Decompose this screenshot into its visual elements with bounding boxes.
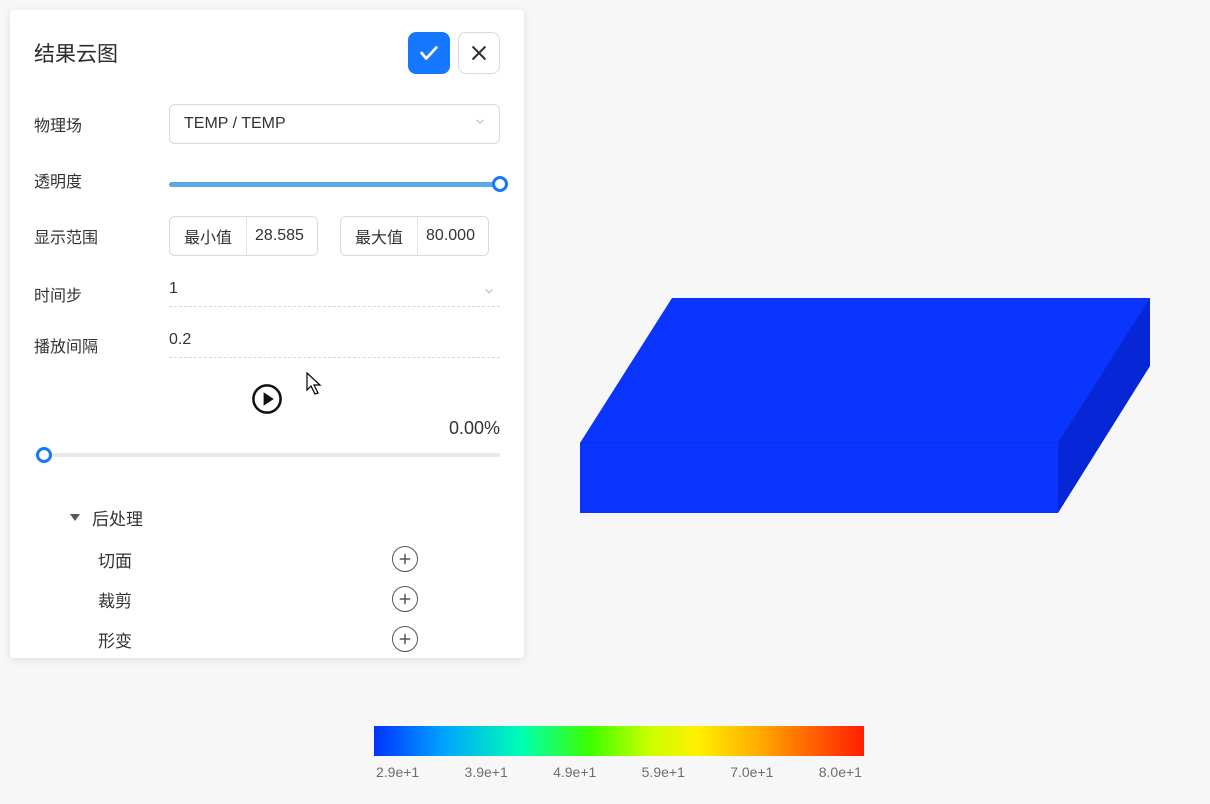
tree-parent-label: 后处理 <box>92 505 143 530</box>
opacity-slider[interactable] <box>169 182 500 187</box>
label-interval: 播放间隔 <box>34 333 169 357</box>
label-min: 最小值 <box>170 217 247 255</box>
row-opacity: 透明度 <box>34 168 500 192</box>
timestep-value: 1 <box>169 280 178 297</box>
progress-slider[interactable] <box>34 453 500 457</box>
tree-item-label: 形变 <box>98 627 132 652</box>
row-interval: 播放间隔 0.2 <box>34 331 500 358</box>
row-timestep: 时间步 1 <box>34 280 500 307</box>
max-input[interactable] <box>418 217 488 255</box>
label-max: 最大值 <box>341 217 418 255</box>
row-physics: 物理场 TEMP / TEMP <box>34 104 500 144</box>
post-process-tree: 后处理 切面 裁剪 形变 <box>70 505 500 652</box>
min-input[interactable] <box>247 217 317 255</box>
row-range: 显示范围 最小值 最大值 <box>34 216 500 256</box>
tree-item-label: 切面 <box>98 547 132 572</box>
check-icon <box>418 42 440 64</box>
tree-children: 切面 裁剪 形变 <box>98 546 500 652</box>
progress-slider-thumb[interactable] <box>36 447 52 463</box>
opacity-slider-thumb[interactable] <box>492 176 508 192</box>
colorbar <box>374 726 864 756</box>
legend-ticks: 2.9e+1 3.9e+1 4.9e+1 5.9e+1 7.0e+1 8.0e+… <box>374 764 864 780</box>
range-group: 最小值 最大值 <box>169 216 500 256</box>
row-play <box>34 382 500 416</box>
label-range: 显示范围 <box>34 224 169 248</box>
play-icon <box>250 382 284 416</box>
legend-tick: 7.0e+1 <box>730 764 773 780</box>
color-legend: 2.9e+1 3.9e+1 4.9e+1 5.9e+1 7.0e+1 8.0e+… <box>374 726 864 780</box>
label-opacity: 透明度 <box>34 168 169 192</box>
tree-item-deform[interactable]: 形变 <box>98 626 418 652</box>
legend-tick: 8.0e+1 <box>819 764 862 780</box>
timestep-select[interactable]: 1 <box>169 280 500 307</box>
tree-item-label: 裁剪 <box>98 587 132 612</box>
model-prism <box>580 298 1150 513</box>
legend-tick: 4.9e+1 <box>553 764 596 780</box>
physics-select[interactable]: TEMP / TEMP <box>169 104 500 144</box>
tree-parent-postprocess[interactable]: 后处理 <box>70 505 500 530</box>
chevron-down-icon <box>473 115 487 134</box>
plus-icon <box>398 632 412 646</box>
tree-item-section[interactable]: 切面 <box>98 546 418 572</box>
add-clip-button[interactable] <box>392 586 418 612</box>
viewport-3d[interactable] <box>540 10 1200 794</box>
physics-select-value: TEMP / TEMP <box>184 115 286 133</box>
range-min-group: 最小值 <box>169 216 318 256</box>
legend-tick: 5.9e+1 <box>642 764 685 780</box>
tree-item-clip[interactable]: 裁剪 <box>98 586 418 612</box>
legend-tick: 3.9e+1 <box>465 764 508 780</box>
confirm-button[interactable] <box>408 32 450 74</box>
results-panel: 结果云图 物理场 TEMP / TEMP 透明度 <box>10 10 524 658</box>
plus-icon <box>398 552 412 566</box>
range-max-group: 最大值 <box>340 216 489 256</box>
legend-tick: 2.9e+1 <box>376 764 419 780</box>
add-deform-button[interactable] <box>392 626 418 652</box>
plus-icon <box>398 592 412 606</box>
close-button[interactable] <box>458 32 500 74</box>
interval-value: 0.2 <box>169 331 191 348</box>
progress-percent: 0.00% <box>34 418 500 439</box>
add-section-button[interactable] <box>392 546 418 572</box>
close-icon <box>469 43 489 63</box>
play-button[interactable] <box>250 382 284 416</box>
caret-down-icon <box>70 514 80 521</box>
panel-title: 结果云图 <box>34 38 118 68</box>
chevron-down-icon <box>482 284 496 303</box>
panel-header-buttons <box>408 32 500 74</box>
label-timestep: 时间步 <box>34 282 169 306</box>
panel-header: 结果云图 <box>34 32 500 74</box>
label-physics: 物理场 <box>34 112 169 136</box>
